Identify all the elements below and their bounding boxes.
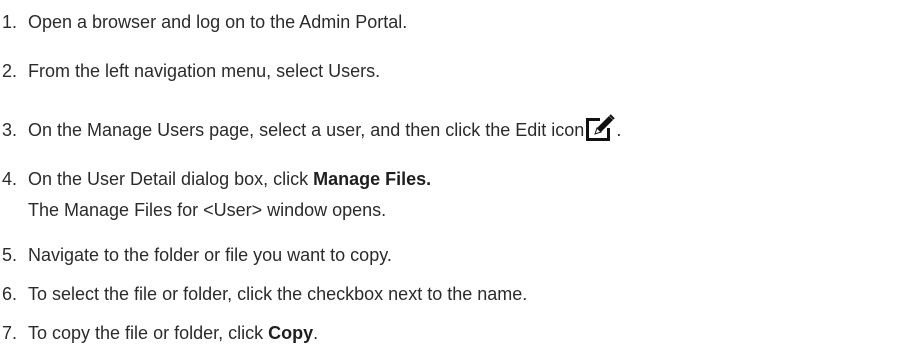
manage-files-label: Manage Files. — [313, 169, 432, 189]
step-7: 7. To copy the file or folder, click Copy… — [0, 322, 318, 344]
step-4: 4. On the User Detail dialog box, click M… — [0, 168, 431, 221]
step-text: On the User Detail dialog box, click — [28, 169, 314, 189]
step-number: 3. — [2, 120, 18, 140]
step-text: From the left navigation menu, select Us… — [28, 61, 381, 81]
step-number: 4. — [2, 169, 18, 189]
step-6: 6. To select the file or folder, click th… — [0, 283, 527, 305]
copy-label: Copy — [268, 323, 314, 343]
step-text: On the Manage Users page, select a user,… — [28, 120, 585, 140]
step-2: 2. From the left navigation menu, select … — [0, 60, 380, 82]
step-text: To select the file or folder, click the … — [28, 284, 528, 304]
edit-icon — [586, 114, 617, 142]
step-3: 3. On the Manage Users page, select a use… — [0, 114, 621, 142]
step-text: To copy the file or folder, click — [28, 323, 269, 343]
step-5: 5. Navigate to the folder or file you wan… — [0, 244, 392, 266]
step-text: Open a browser and log on to the Admin P… — [28, 12, 408, 32]
step-number: 7. — [2, 323, 18, 343]
step-text-end: . — [313, 323, 319, 343]
instruction-steps: 1. Open a browser and log on to the Admin… — [0, 0, 912, 356]
step-number: 2. — [2, 61, 18, 81]
step-number: 6. — [2, 284, 18, 304]
step-text: Navigate to the folder or file you want … — [28, 245, 392, 265]
step-4-result: The Manage Files for <User> window opens… — [28, 200, 387, 220]
step-1: 1. Open a browser and log on to the Admin… — [0, 11, 407, 33]
step-number: 5. — [2, 245, 18, 265]
step-number: 1. — [2, 12, 18, 32]
step-text-end: . — [616, 120, 622, 140]
